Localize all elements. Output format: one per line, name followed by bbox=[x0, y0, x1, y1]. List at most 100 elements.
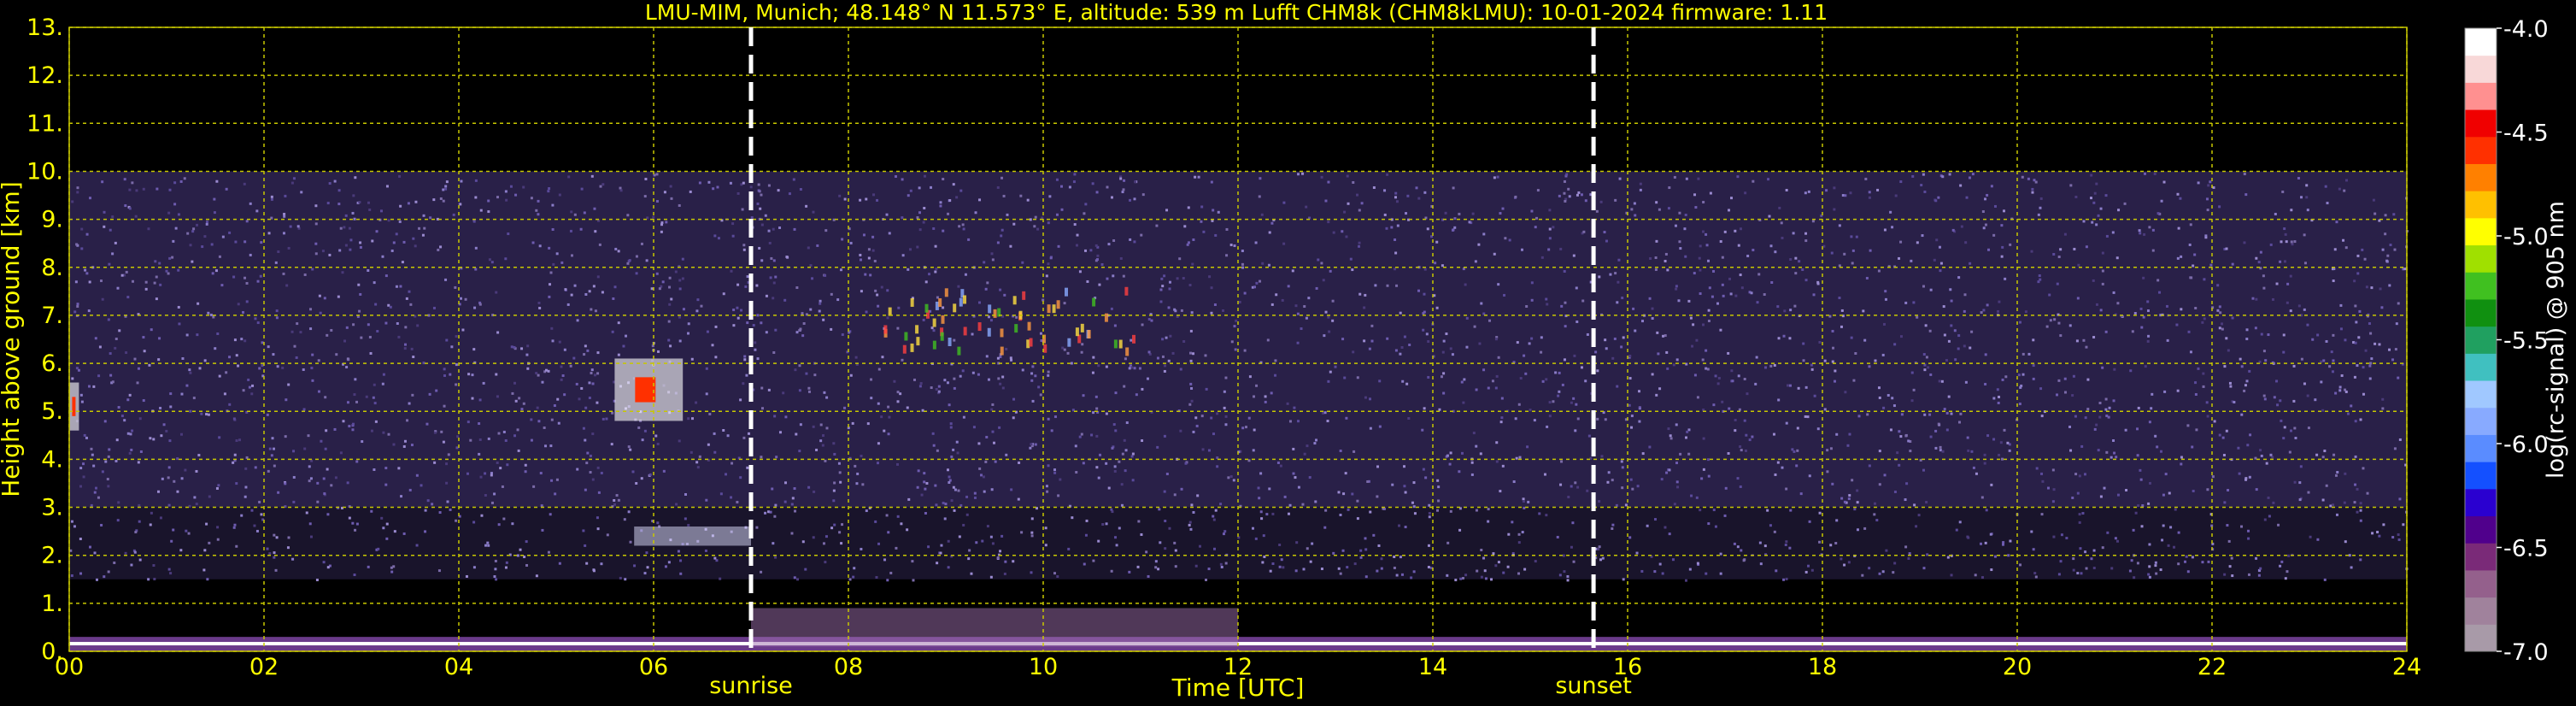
noise-speck bbox=[1653, 570, 1657, 574]
noise-speck bbox=[167, 568, 171, 571]
noise-speck bbox=[1572, 254, 1576, 257]
noise-speck bbox=[2031, 191, 2034, 194]
noise-speck bbox=[238, 438, 242, 442]
noise-speck bbox=[93, 551, 97, 555]
noise-speck bbox=[1893, 491, 1897, 494]
noise-speck bbox=[1098, 283, 1101, 286]
noise-speck bbox=[918, 385, 922, 388]
noise-speck bbox=[490, 501, 494, 504]
noise-speck bbox=[2040, 472, 2044, 475]
noise-speck bbox=[2069, 184, 2073, 187]
noise-speck bbox=[1702, 201, 1705, 204]
noise-speck bbox=[742, 244, 746, 247]
noise-speck bbox=[218, 374, 221, 378]
noise-speck bbox=[2099, 309, 2103, 312]
noise-speck bbox=[1487, 508, 1490, 511]
noise-speck bbox=[928, 273, 931, 276]
noise-speck bbox=[116, 286, 120, 290]
noise-speck bbox=[2262, 274, 2265, 278]
noise-speck bbox=[1515, 456, 1518, 460]
y-tick-label: 8. bbox=[41, 255, 63, 281]
noise-speck bbox=[1822, 244, 1826, 248]
noise-speck bbox=[970, 572, 973, 575]
noise-speck bbox=[1225, 227, 1229, 231]
noise-speck bbox=[1494, 386, 1498, 390]
noise-speck bbox=[752, 324, 755, 327]
noise-speck bbox=[658, 287, 661, 291]
noise-speck bbox=[361, 440, 364, 444]
noise-speck bbox=[174, 227, 178, 230]
noise-speck bbox=[2374, 342, 2377, 345]
noise-speck bbox=[1216, 465, 1219, 468]
noise-speck bbox=[654, 434, 658, 438]
noise-speck bbox=[1998, 395, 2001, 398]
noise-speck bbox=[79, 538, 82, 541]
noise-speck bbox=[1020, 531, 1024, 534]
noise-speck bbox=[167, 211, 171, 215]
noise-speck bbox=[403, 343, 407, 346]
noise-speck bbox=[865, 509, 868, 513]
noise-speck bbox=[1721, 400, 1724, 403]
noise-speck bbox=[596, 466, 600, 469]
noise-speck bbox=[156, 490, 160, 493]
noise-speck bbox=[867, 256, 871, 260]
noise-speck bbox=[522, 402, 525, 405]
noise-speck bbox=[1799, 492, 1803, 496]
noise-speck bbox=[293, 344, 296, 348]
noise-speck bbox=[767, 229, 771, 232]
noise-speck bbox=[208, 541, 211, 544]
noise-speck bbox=[149, 523, 152, 527]
noise-speck bbox=[333, 427, 337, 431]
noise-speck bbox=[2018, 403, 2021, 406]
noise-speck bbox=[315, 579, 319, 582]
noise-speck bbox=[1506, 565, 1510, 568]
noise-speck bbox=[1734, 418, 1737, 421]
noise-speck bbox=[1517, 532, 1521, 536]
noise-speck bbox=[1843, 563, 1846, 567]
noise-speck bbox=[205, 522, 208, 526]
noise-speck bbox=[2286, 282, 2290, 285]
noise-speck bbox=[148, 363, 151, 367]
noise-speck bbox=[1288, 503, 1292, 507]
noise-speck bbox=[573, 284, 577, 287]
noise-speck bbox=[1686, 430, 1689, 433]
noise-speck bbox=[1547, 248, 1551, 251]
noise-speck bbox=[2239, 357, 2242, 361]
noise-speck bbox=[1877, 269, 1881, 273]
noise-speck bbox=[516, 554, 519, 557]
noise-speck bbox=[416, 324, 420, 327]
noise-speck bbox=[75, 367, 79, 370]
noise-speck bbox=[155, 297, 158, 301]
noise-speck bbox=[740, 309, 743, 312]
noise-speck bbox=[1917, 514, 1921, 517]
noise-speck bbox=[1522, 497, 1525, 501]
noise-speck bbox=[1807, 190, 1810, 193]
noise-speck bbox=[1997, 309, 2000, 313]
noise-speck bbox=[85, 436, 88, 439]
noise-speck bbox=[397, 335, 401, 338]
noise-speck bbox=[2381, 407, 2385, 410]
noise-speck bbox=[917, 469, 920, 473]
noise-speck bbox=[547, 550, 550, 554]
noise-speck bbox=[1230, 340, 1234, 344]
noise-speck bbox=[1816, 427, 1820, 431]
noise-speck bbox=[1970, 450, 1974, 453]
noise-speck bbox=[1426, 227, 1429, 231]
noise-speck bbox=[1427, 375, 1430, 379]
noise-speck bbox=[244, 339, 247, 343]
noise-speck bbox=[1327, 221, 1330, 224]
noise-speck bbox=[1908, 552, 1911, 556]
noise-speck bbox=[1395, 284, 1399, 287]
noise-speck bbox=[2225, 429, 2228, 432]
noise-speck bbox=[1750, 291, 1753, 295]
noise-speck bbox=[1848, 432, 1851, 436]
noise-speck bbox=[807, 485, 811, 489]
noise-speck bbox=[2003, 428, 2006, 432]
noise-speck bbox=[85, 272, 89, 275]
noise-speck bbox=[1923, 363, 1927, 367]
noise-speck bbox=[560, 261, 564, 264]
noise-speck bbox=[1957, 347, 1960, 350]
noise-speck bbox=[584, 406, 588, 409]
noise-speck bbox=[823, 391, 826, 394]
noise-speck bbox=[402, 444, 406, 448]
